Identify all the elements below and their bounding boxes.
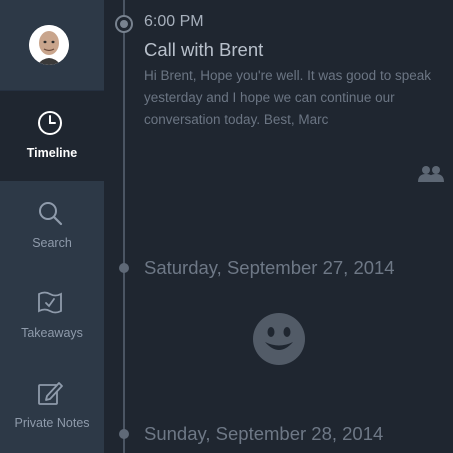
timeline-panel: 6:00 PM Call with Brent Hi Brent, Hope y… xyxy=(104,0,453,453)
date-marker xyxy=(119,263,129,273)
clock-icon xyxy=(38,111,62,135)
magnifier-icon xyxy=(39,202,63,226)
people-icon[interactable] xyxy=(417,165,445,183)
flag-check-icon xyxy=(38,291,62,314)
avatar[interactable] xyxy=(29,25,69,65)
sidebar-item-label: Timeline xyxy=(26,146,78,160)
event-time: 6:00 PM xyxy=(144,13,204,30)
date-marker xyxy=(119,429,129,439)
sidebar-item-label: Search xyxy=(32,236,72,250)
current-event-marker xyxy=(115,15,133,33)
sidebar-item-private-notes[interactable]: Private Notes xyxy=(0,361,104,451)
smiley-icon xyxy=(253,313,305,365)
date-header: Saturday, September 27, 2014 xyxy=(144,257,395,278)
sidebar: Timeline Search Takeaways Private Notes xyxy=(0,0,104,453)
sidebar-item-label: Takeaways xyxy=(21,326,83,340)
sidebar-item-timeline[interactable]: Timeline xyxy=(0,91,104,181)
timeline-line xyxy=(123,0,125,453)
pencil-edit-icon xyxy=(38,382,63,405)
event-title[interactable]: Call with Brent xyxy=(144,39,263,61)
sidebar-item-label: Private Notes xyxy=(14,416,90,430)
profile-area xyxy=(0,0,104,91)
date-header: Sunday, September 28, 2014 xyxy=(144,423,384,444)
sidebar-item-takeaways[interactable]: Takeaways xyxy=(0,271,104,361)
event-body: Hi Brent, Hope you're well. It was good … xyxy=(144,68,431,127)
sidebar-item-search[interactable]: Search xyxy=(0,181,104,271)
